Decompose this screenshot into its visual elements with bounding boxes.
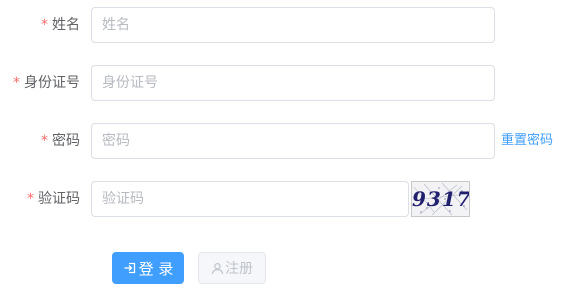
required-mark: * bbox=[41, 133, 48, 149]
password-label: * 密码 bbox=[41, 123, 80, 159]
login-icon bbox=[123, 261, 137, 275]
login-form: *姓名 *身份证号 *密码 重置密码 *验证码 bbox=[0, 0, 567, 301]
captcha-text: 9317 bbox=[412, 187, 470, 211]
password-label-text: 密码 bbox=[52, 133, 80, 149]
id-number-label: * 身份证号 bbox=[13, 65, 80, 101]
password-row: * 密码 重置密码 bbox=[0, 123, 567, 159]
register-label: 注册 bbox=[225, 261, 253, 277]
password-input[interactable] bbox=[91, 123, 495, 159]
id-number-label-text: 身份证号 bbox=[24, 75, 80, 91]
name-row: * 姓名 bbox=[0, 7, 567, 43]
login-button[interactable]: 登 录 bbox=[112, 252, 184, 284]
captcha-label: * 验证码 bbox=[27, 181, 80, 217]
login-label: 登 录 bbox=[138, 259, 174, 278]
id-number-input[interactable] bbox=[91, 65, 495, 101]
captcha-label-text: 验证码 bbox=[38, 191, 80, 207]
id-number-row: * 身份证号 bbox=[0, 65, 567, 101]
register-button[interactable]: 注册 bbox=[198, 252, 266, 284]
required-mark: * bbox=[27, 191, 34, 207]
name-label-text: 姓名 bbox=[52, 17, 80, 33]
required-mark: * bbox=[13, 75, 20, 91]
name-input[interactable] bbox=[91, 7, 495, 43]
user-icon bbox=[211, 262, 224, 275]
captcha-row: *验证码 9317 bbox=[0, 181, 567, 217]
captcha-image[interactable]: 9317 bbox=[411, 181, 470, 217]
name-label: * 姓名 bbox=[41, 7, 80, 43]
required-mark: * bbox=[41, 17, 48, 33]
reset-password-link[interactable]: 重置密码 bbox=[501, 123, 553, 159]
captcha-input[interactable] bbox=[91, 181, 409, 217]
